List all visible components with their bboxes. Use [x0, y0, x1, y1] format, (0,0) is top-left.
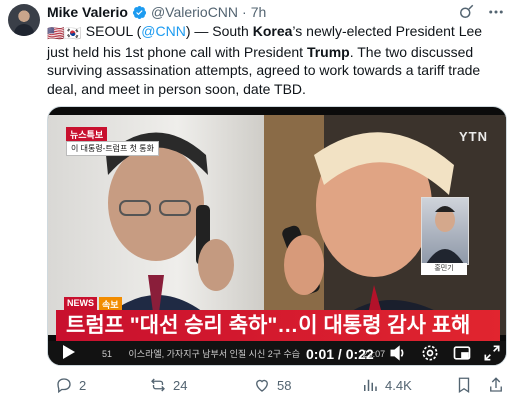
reporter-name-label: 홍민기 [421, 263, 467, 275]
video-timestamp: 0:01 / 0:22 [306, 346, 374, 362]
fullscreen-icon[interactable] [482, 343, 502, 363]
video-headline-banner: 트럼프 "대선 승리 축하"…이 대통령 감사 표해 [56, 310, 500, 341]
cnn-mention-link[interactable]: @CNN [141, 23, 186, 39]
grok-icon[interactable] [457, 3, 475, 21]
like-button[interactable]: 58 [253, 372, 291, 398]
tweet-bold-trump: Trump [306, 43, 350, 60]
reply-count: 2 [79, 377, 87, 393]
more-options-icon[interactable] [487, 3, 505, 21]
tweet-header: Mike Valerio @ValerioCNN · 7h [47, 2, 505, 22]
tweet-bold-korea: Korea [252, 23, 293, 39]
volume-icon[interactable] [388, 343, 408, 363]
settings-gear-icon[interactable] [420, 343, 440, 363]
picture-in-picture-icon[interactable] [452, 343, 472, 363]
views-chart-icon [364, 379, 377, 391]
share-icon [490, 377, 502, 392]
bookmark-icon [458, 377, 470, 394]
flags-emoji: 🇺🇸🇰🇷 [47, 25, 82, 41]
ticker-prefix: 51 [102, 349, 113, 359]
views-button[interactable]: 4.4K [361, 372, 412, 398]
views-count: 4.4K [385, 377, 412, 393]
repost-count: 24 [173, 377, 188, 393]
ticker-text: 이스라엘, 가자지구 남부서 인질 시신 2구 수습 [128, 349, 301, 359]
bookmark-button[interactable] [455, 372, 473, 398]
author-name[interactable]: Mike Valerio [47, 4, 128, 20]
news-special-tag: 뉴스특보 [66, 127, 108, 142]
reply-icon [57, 378, 71, 394]
verified-badge-icon [132, 5, 146, 19]
trump-figure-image [264, 115, 506, 335]
like-count: 58 [277, 377, 292, 393]
tweet-actions-bar: 2 24 58 4.4K [47, 372, 507, 398]
ytn-logo: YTN [459, 129, 488, 144]
reporter-pip-image [421, 197, 469, 265]
tweet-text: 🇺🇸🇰🇷 SEOUL (@CNN) — South Korea’s newly-… [47, 22, 507, 98]
tweet-text-part2: ) — South [185, 23, 253, 39]
share-button[interactable] [487, 372, 505, 398]
play-icon[interactable] [62, 344, 76, 360]
tweet-text-part1: SEOUL ( [81, 23, 142, 39]
heart-icon [256, 379, 268, 392]
reply-button[interactable]: 2 [55, 372, 86, 398]
author-avatar[interactable] [8, 4, 40, 36]
video-right-panel [264, 115, 506, 335]
tweet-time[interactable]: 7h [251, 4, 267, 20]
header-separator: · [242, 4, 247, 20]
repost-button[interactable]: 24 [149, 372, 187, 398]
video-player[interactable]: 뉴스특보 이 대통령-트럼프 첫 통화 YTN 홍민기 NEWS 속보 트럼프 … [47, 106, 507, 366]
repost-icon [151, 378, 165, 392]
news-subtitle: 이 대통령-트럼프 첫 통화 [66, 141, 159, 156]
author-handle[interactable]: @ValerioCNN [151, 4, 238, 20]
